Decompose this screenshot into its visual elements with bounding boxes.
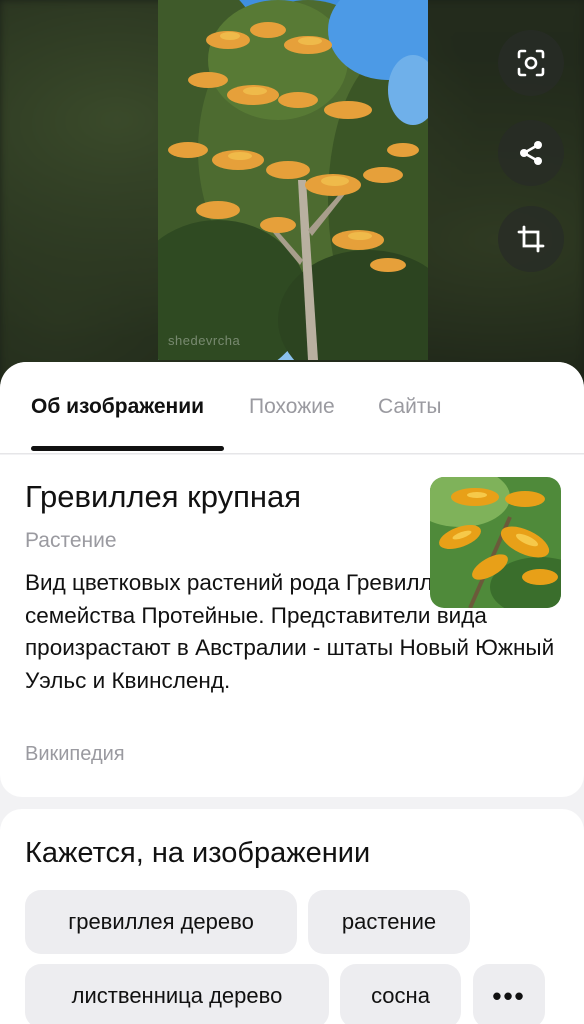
tag-chip[interactable]: гревиллея дерево — [25, 890, 297, 954]
source-link[interactable]: Википедия — [25, 743, 125, 766]
object-title: Гревиллея крупная — [25, 479, 302, 514]
more-tags-button[interactable]: ••• — [473, 964, 545, 1024]
tag-chip[interactable]: сосна — [340, 964, 461, 1024]
object-info-card[interactable]: Гревиллея крупная Растение Вид цветковых… — [0, 455, 584, 797]
share-button[interactable] — [498, 120, 564, 186]
lens-scan-button[interactable] — [498, 30, 564, 96]
photo-watermark: shedevrcha — [168, 333, 241, 348]
bottom-sheet: Об изображении Похожие Сайты Гревиллея к… — [0, 362, 584, 1024]
lens-scan-icon — [517, 49, 545, 77]
tab-similar[interactable]: Похожие — [249, 395, 335, 419]
main-photo[interactable] — [158, 0, 428, 360]
detected-objects-title: Кажется, на изображении — [25, 837, 371, 869]
image-viewer: shedevrcha — [0, 0, 584, 400]
tag-chip[interactable]: лиственница дерево — [25, 964, 329, 1024]
tab-sites[interactable]: Сайты — [378, 395, 442, 419]
tree-photo-image — [158, 0, 428, 360]
tab-about-image[interactable]: Об изображении — [31, 395, 204, 419]
tag-chip[interactable]: растение — [308, 890, 470, 954]
flower-thumbnail-image — [430, 477, 561, 608]
crop-button[interactable] — [498, 206, 564, 272]
object-category: Растение — [25, 529, 117, 552]
detected-objects-card: Кажется, на изображении гревиллея дерево… — [0, 809, 584, 1024]
active-tab-indicator — [31, 446, 224, 451]
tab-bar: Об изображении Похожие Сайты — [0, 362, 584, 454]
object-thumbnail[interactable] — [430, 477, 561, 608]
crop-icon — [517, 225, 545, 253]
share-icon — [520, 141, 542, 165]
